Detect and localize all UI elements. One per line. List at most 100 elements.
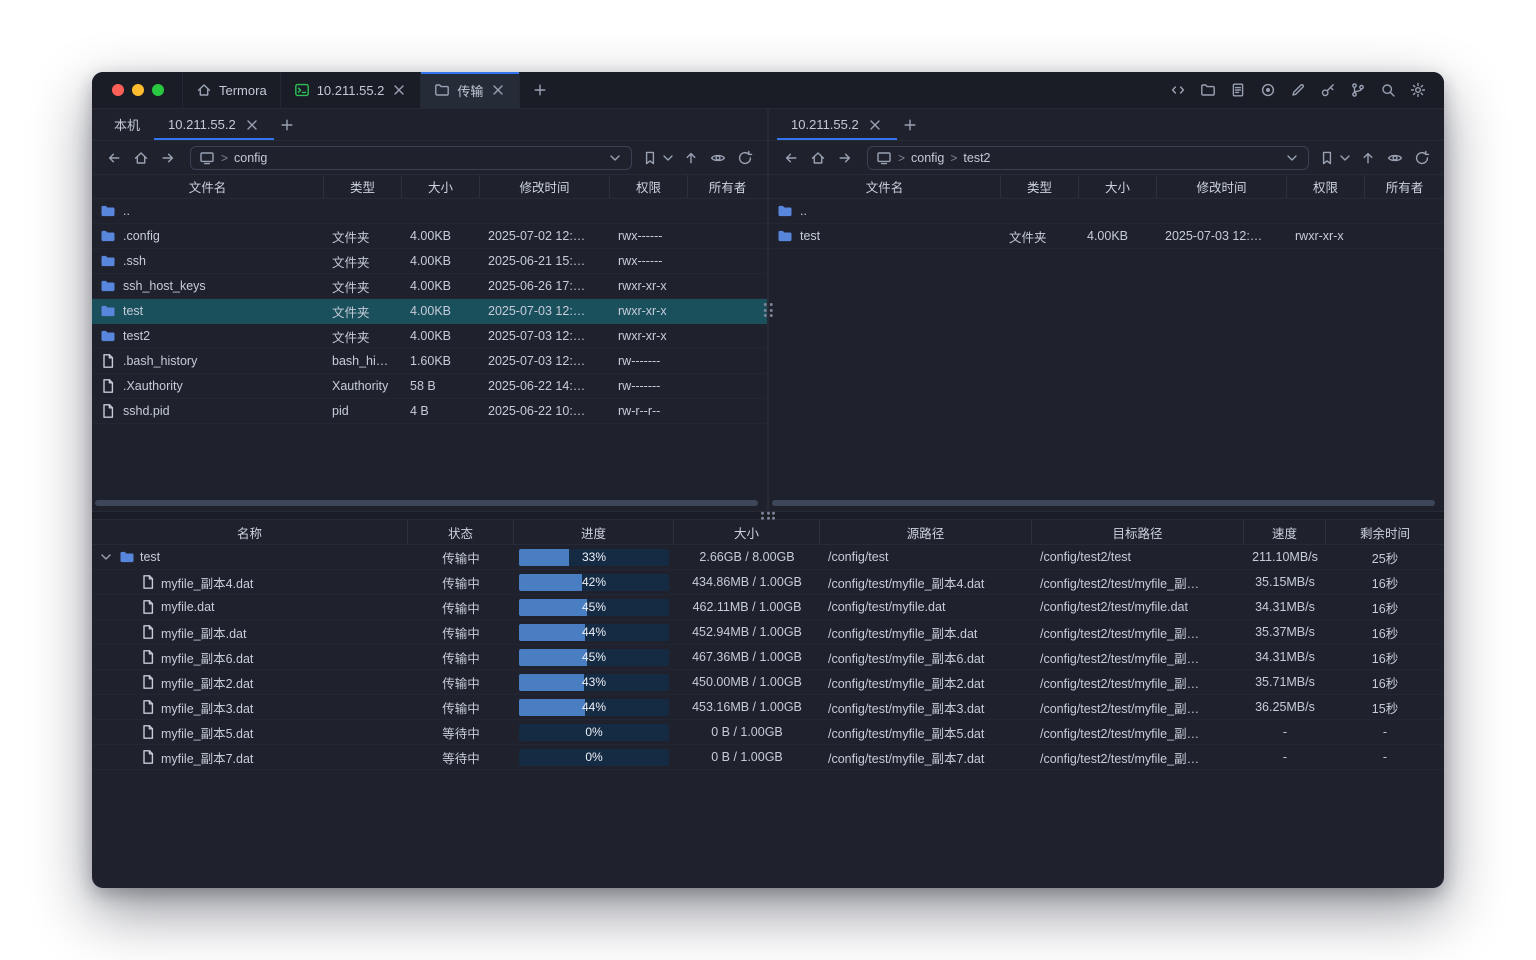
new-tab-button[interactable] [520, 72, 560, 108]
column-header-permissions[interactable]: 权限 [610, 175, 688, 198]
path-crumb[interactable]: config [911, 151, 944, 165]
home-icon [810, 150, 826, 166]
add-panel-tab-button[interactable] [897, 112, 923, 138]
expand-chevron-icon[interactable] [98, 549, 114, 565]
show-hidden-files-button[interactable] [1382, 145, 1408, 171]
forward-button[interactable] [155, 145, 181, 171]
path-bar[interactable]: > config [190, 146, 632, 170]
close-icon[interactable] [867, 117, 883, 133]
right-toolbar: > config > test2 [769, 141, 1444, 174]
keys-button[interactable] [1315, 78, 1340, 103]
macro-button[interactable] [1345, 78, 1370, 103]
horizontal-scrollbar-thumb[interactable] [772, 500, 1435, 506]
snippets-button[interactable] [1165, 78, 1190, 103]
tab-termora[interactable]: Termora [182, 72, 281, 108]
column-header-filename[interactable]: 文件名 [769, 175, 1001, 198]
add-panel-tab-button[interactable] [274, 112, 300, 138]
back-button[interactable] [778, 145, 804, 171]
close-icon[interactable] [391, 82, 407, 98]
search-button[interactable] [1375, 78, 1400, 103]
show-hidden-files-button[interactable] [705, 145, 731, 171]
column-header-remaining[interactable]: 剩余时间 [1326, 520, 1444, 544]
settings-button[interactable] [1405, 78, 1430, 103]
column-header-type[interactable]: 类型 [324, 175, 402, 198]
refresh-button[interactable] [732, 145, 758, 171]
chevron-down-icon[interactable] [1284, 150, 1300, 166]
home-button[interactable] [128, 145, 154, 171]
column-header-size[interactable]: 大小 [674, 520, 820, 544]
transfer-row[interactable]: myfile_副本3.dat 传输中 44% 453.16MB / 1.00GB… [92, 695, 1444, 720]
column-header-permissions[interactable]: 权限 [1287, 175, 1365, 198]
minimize-window-button[interactable] [132, 84, 144, 96]
tab-host-session[interactable]: 10.211.55.2 [281, 72, 422, 108]
file-row[interactable]: .Xauthority Xauthority 58 B 2025-06-22 1… [92, 374, 767, 399]
home-button[interactable] [805, 145, 831, 171]
tab-transfer[interactable]: 传输 [421, 72, 520, 108]
tab-remote-host[interactable]: 10.211.55.2 [777, 109, 897, 140]
file-row[interactable]: .config 文件夹 4.00KB 2025-07-02 12:… rwx--… [92, 224, 767, 249]
progress-bar: 44% [519, 624, 669, 641]
tab-local[interactable]: 本机 [100, 109, 154, 140]
column-header-modified[interactable]: 修改时间 [480, 175, 610, 198]
path-crumb[interactable]: test2 [963, 151, 990, 165]
file-row[interactable]: .. [769, 199, 1444, 224]
column-header-status[interactable]: 状态 [408, 520, 514, 544]
file-row-selected[interactable]: test 文件夹 4.00KB 2025-07-03 12:… rwxr-xr-… [92, 299, 767, 324]
column-header-modified[interactable]: 修改时间 [1157, 175, 1287, 198]
transfer-row[interactable]: myfile_副本.dat 传输中 44% 452.94MB / 1.00GB … [92, 620, 1444, 645]
transfer-row[interactable]: myfile_副本4.dat 传输中 42% 434.86MB / 1.00GB… [92, 570, 1444, 595]
column-header-size[interactable]: 大小 [1079, 175, 1157, 198]
refresh-button[interactable] [1409, 145, 1435, 171]
file-row[interactable]: ssh_host_keys 文件夹 4.00KB 2025-06-26 17:…… [92, 274, 767, 299]
column-header-target[interactable]: 目标路径 [1032, 520, 1244, 544]
forward-button[interactable] [832, 145, 858, 171]
bookmarks-button[interactable] [1318, 145, 1354, 171]
close-icon[interactable] [244, 117, 260, 133]
horizontal-scrollbar-thumb[interactable] [95, 500, 758, 506]
column-header-progress[interactable]: 进度 [514, 520, 674, 544]
zoom-window-button[interactable] [152, 84, 164, 96]
parent-directory-button[interactable] [1355, 145, 1381, 171]
transfer-row[interactable]: myfile_副本7.dat 等待中 0% 0 B / 1.00GB /conf… [92, 745, 1444, 770]
column-header-size[interactable]: 大小 [402, 175, 480, 198]
sftp-button[interactable] [1195, 78, 1220, 103]
column-header-owner[interactable]: 所有者 [1365, 175, 1444, 198]
path-crumb[interactable]: config [234, 151, 267, 165]
bookmarks-button[interactable] [641, 145, 677, 171]
panel-splitter[interactable] [767, 109, 769, 511]
column-header-speed[interactable]: 速度 [1244, 520, 1326, 544]
transfer-splitter[interactable] [92, 511, 1444, 520]
file-row[interactable]: .. [92, 199, 767, 224]
log-button[interactable] [1225, 78, 1250, 103]
path-bar[interactable]: > config > test2 [867, 146, 1309, 170]
file-row[interactable]: test2 文件夹 4.00KB 2025-07-03 12:… rwxr-xr… [92, 324, 767, 349]
back-button[interactable] [101, 145, 127, 171]
transfer-size: 0 B / 1.00GB [674, 750, 820, 764]
file-icon [140, 624, 156, 640]
parent-directory-button[interactable] [678, 145, 704, 171]
close-window-button[interactable] [112, 84, 124, 96]
progress-label: 0% [519, 749, 669, 766]
transfer-row[interactable]: test 传输中 33% 2.66GB / 8.00GB /config/tes… [92, 545, 1444, 570]
splitter-grip[interactable] [761, 511, 775, 520]
record-button[interactable] [1255, 78, 1280, 103]
transfer-row[interactable]: myfile_副本2.dat 传输中 43% 450.00MB / 1.00GB… [92, 670, 1444, 695]
column-header-source[interactable]: 源路径 [820, 520, 1032, 544]
column-header-filename[interactable]: 文件名 [92, 175, 324, 198]
column-header-type[interactable]: 类型 [1001, 175, 1079, 198]
column-header-name[interactable]: 名称 [92, 520, 408, 544]
transfer-row[interactable]: myfile_副本5.dat 等待中 0% 0 B / 1.00GB /conf… [92, 720, 1444, 745]
file-row[interactable]: .ssh 文件夹 4.00KB 2025-06-21 15:… rwx-----… [92, 249, 767, 274]
edit-button[interactable] [1285, 78, 1310, 103]
file-row[interactable]: test 文件夹 4.00KB 2025-07-03 12:… rwxr-xr-… [769, 224, 1444, 249]
transfer-row[interactable]: myfile_副本6.dat 传输中 45% 467.36MB / 1.00GB… [92, 645, 1444, 670]
column-header-owner[interactable]: 所有者 [688, 175, 767, 198]
file-row[interactable]: sshd.pid pid 4 B 2025-06-22 10:… rw-r--r… [92, 399, 767, 424]
close-icon[interactable] [490, 82, 506, 98]
transfer-row[interactable]: myfile.dat 传输中 45% 462.11MB / 1.00GB /co… [92, 595, 1444, 620]
file-row[interactable]: .bash_history bash_hi… 1.60KB 2025-07-03… [92, 349, 767, 374]
splitter-grip[interactable] [764, 303, 773, 317]
tab-remote-host[interactable]: 10.211.55.2 [154, 109, 274, 140]
terminal-icon [294, 82, 310, 98]
chevron-down-icon[interactable] [607, 150, 623, 166]
